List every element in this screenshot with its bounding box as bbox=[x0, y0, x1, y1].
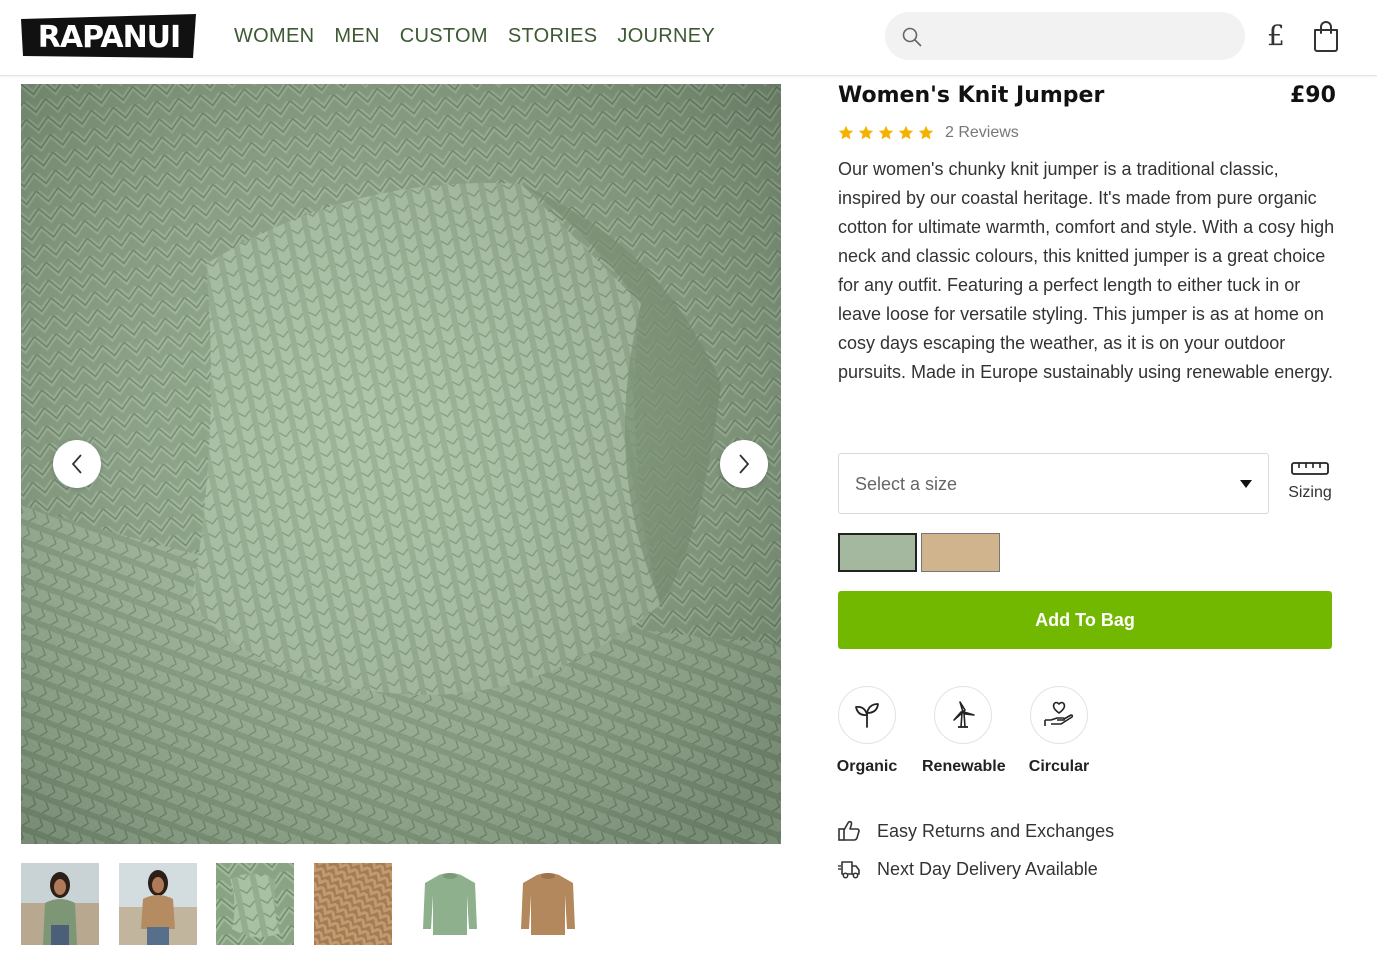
perk-delivery: Next Day Delivery Available bbox=[838, 857, 1098, 881]
star-icon bbox=[918, 125, 934, 140]
nav-men[interactable]: MEN bbox=[334, 24, 379, 48]
search-icon bbox=[902, 27, 922, 47]
add-to-bag-button[interactable]: Add To Bag bbox=[838, 591, 1332, 649]
thumbnail-model-tan[interactable] bbox=[118, 863, 197, 945]
ruler-icon bbox=[1291, 462, 1329, 475]
feature-renewable-label: Renewable bbox=[922, 758, 1006, 775]
product-description: Our women's chunky knit jumper is a trad… bbox=[838, 159, 1335, 382]
size-select-placeholder: Select a size bbox=[855, 474, 958, 494]
perk-delivery-label: Next Day Delivery Available bbox=[877, 859, 1098, 879]
swatch-sage[interactable] bbox=[838, 533, 917, 572]
thumbnail-tan-detail[interactable] bbox=[313, 863, 392, 945]
thumbnail-model-sage[interactable] bbox=[21, 863, 99, 945]
thumbnail-strip bbox=[21, 863, 606, 945]
product-title: Women's Knit Jumper bbox=[838, 83, 1105, 108]
feature-badges: Organic Renewable Circular bbox=[836, 686, 1124, 776]
feature-circular-label: Circular bbox=[1028, 758, 1090, 775]
perk-returns: Easy Returns and Exchanges bbox=[838, 819, 1114, 843]
feature-organic-label: Organic bbox=[836, 758, 898, 775]
nav-stories[interactable]: STORIES bbox=[508, 24, 598, 48]
thumbs-up-icon bbox=[838, 820, 860, 841]
rapanui-logo[interactable]: RAPANUI bbox=[21, 14, 196, 58]
feature-organic: Organic bbox=[836, 686, 898, 776]
wind-turbine-icon bbox=[953, 701, 975, 728]
chevron-left-icon bbox=[71, 454, 82, 474]
site-header: RAPANUI WOMEN MEN CUSTOM STORIES JOURNEY… bbox=[0, 0, 1377, 76]
star-rating[interactable]: 2 Reviews bbox=[838, 123, 1019, 143]
reviews-link[interactable]: 2 Reviews bbox=[945, 123, 1019, 143]
gallery-next-button[interactable] bbox=[720, 440, 768, 488]
color-swatches bbox=[838, 533, 1004, 572]
main-product-image bbox=[21, 84, 781, 844]
swatch-tan[interactable] bbox=[921, 533, 1000, 572]
sizing-guide-button[interactable]: Sizing bbox=[1284, 460, 1336, 502]
star-icon bbox=[898, 125, 914, 140]
nav-women[interactable]: WOMEN bbox=[234, 24, 314, 48]
gallery-prev-button[interactable] bbox=[53, 440, 101, 488]
nav-custom[interactable]: CUSTOM bbox=[400, 24, 488, 48]
nav-journey[interactable]: JOURNEY bbox=[617, 24, 715, 48]
sizing-label: Sizing bbox=[1288, 484, 1332, 501]
star-icon bbox=[878, 125, 894, 140]
star-icon bbox=[858, 125, 874, 140]
heart-hand-icon bbox=[1044, 701, 1074, 726]
feature-renewable: Renewable bbox=[922, 686, 1006, 776]
chevron-right-icon bbox=[739, 454, 750, 474]
logo-text: RAPANUI bbox=[38, 20, 180, 55]
feature-circular: Circular bbox=[1028, 686, 1090, 776]
thumbnail-sage-flat[interactable] bbox=[411, 863, 489, 945]
thumbnail-sage-detail[interactable] bbox=[216, 863, 294, 945]
delivery-truck-icon bbox=[838, 861, 860, 879]
shopping-bag-icon[interactable] bbox=[1312, 20, 1340, 52]
search-bar[interactable] bbox=[885, 12, 1245, 60]
search-input[interactable] bbox=[931, 20, 1227, 52]
star-icon bbox=[838, 125, 854, 140]
perk-returns-label: Easy Returns and Exchanges bbox=[877, 821, 1115, 841]
size-select[interactable]: Select a size bbox=[838, 453, 1269, 514]
caret-down-icon bbox=[1240, 480, 1252, 488]
thumbnail-tan-flat[interactable] bbox=[508, 863, 587, 945]
product-price: £90 bbox=[1290, 83, 1336, 108]
main-nav: WOMEN MEN CUSTOM STORIES JOURNEY bbox=[234, 24, 735, 48]
sprout-icon bbox=[855, 703, 879, 728]
currency-selector[interactable]: £ bbox=[1267, 19, 1285, 53]
